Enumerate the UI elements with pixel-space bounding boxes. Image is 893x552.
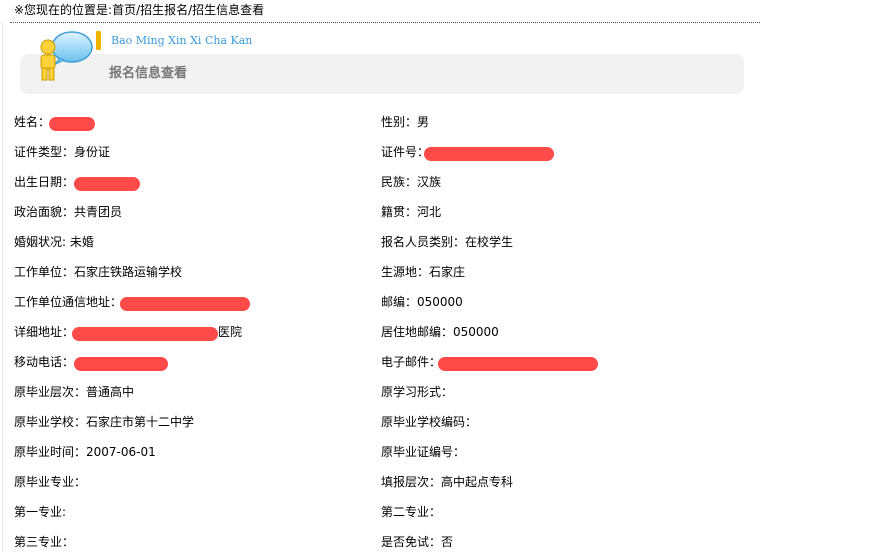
employer-field: 工作单位：石家庄铁路运输学校 bbox=[14, 265, 183, 279]
apply-level-field: 填报层次：高中起点专科 bbox=[381, 475, 514, 489]
redaction-mark bbox=[74, 357, 168, 371]
redaction-mark bbox=[438, 357, 598, 371]
section-header-panel: 报名信息查看 bbox=[20, 54, 744, 94]
dotted-divider bbox=[10, 22, 760, 23]
marital-status-field: 婚姻状况: 未婚 bbox=[14, 235, 94, 249]
applicant-type-field: 报名人员类别：在校学生 bbox=[381, 235, 514, 249]
id-number-field: 证件号： bbox=[381, 145, 430, 159]
redaction-mark bbox=[120, 297, 250, 311]
gender-field: 性别：男 bbox=[381, 115, 430, 129]
origin-field: 籍贯：河北 bbox=[381, 205, 442, 219]
major3-field: 第三专业： bbox=[14, 535, 75, 549]
major1-field: 第一专业: bbox=[14, 505, 67, 519]
home-postcode-field: 居住地邮编：050000 bbox=[381, 325, 499, 339]
major2-field: 第二专业： bbox=[381, 505, 442, 519]
political-status-field: 政治面貌：共青团员 bbox=[14, 205, 123, 219]
prev-major-field: 原毕业专业： bbox=[14, 475, 87, 489]
detail-address-field: 详细地址： bbox=[14, 325, 75, 339]
page-title: 报名信息查看 bbox=[109, 66, 188, 81]
email-field: 电子邮件： bbox=[381, 355, 442, 369]
redaction-mark bbox=[74, 177, 140, 191]
redaction-mark bbox=[72, 327, 218, 341]
pinyin-title: Bao Ming Xin Xi Cha Kan bbox=[111, 34, 253, 47]
work-address-field: 工作单位通信地址： bbox=[14, 295, 123, 309]
id-type-field: 证件类型：身份证 bbox=[14, 145, 111, 159]
prev-school-code-field: 原毕业学校编码： bbox=[381, 415, 478, 429]
ethnicity-field: 民族：汉族 bbox=[381, 175, 442, 189]
mobile-field: 移动电话： bbox=[14, 355, 75, 369]
breadcrumb: ※您现在的位置是:首页/招生报名/招生信息查看 bbox=[14, 3, 265, 17]
accent-bar bbox=[96, 31, 101, 50]
graduation-cert-field: 原毕业证编号： bbox=[381, 445, 466, 459]
detail-address-tail: 医院 bbox=[218, 325, 243, 339]
postcode-field: 邮编：050000 bbox=[381, 295, 463, 309]
left-border bbox=[2, 22, 3, 552]
redaction-mark bbox=[49, 117, 95, 131]
birthdate-field: 出生日期： bbox=[14, 175, 75, 189]
exam-exempt-field: 是否免试：否 bbox=[381, 535, 454, 549]
graduation-time-field: 原毕业时间：2007-06-01 bbox=[14, 445, 156, 459]
prev-study-form-field: 原学习形式： bbox=[381, 385, 454, 399]
redaction-mark bbox=[424, 147, 554, 161]
prev-level-field: 原毕业层次：普通高中 bbox=[14, 385, 135, 399]
name-field: 姓名： bbox=[14, 115, 51, 129]
prev-school-field: 原毕业学校：石家庄市第十二中学 bbox=[14, 415, 195, 429]
speech-avatar-icon bbox=[40, 31, 93, 81]
source-region-field: 生源地：石家庄 bbox=[381, 265, 466, 279]
